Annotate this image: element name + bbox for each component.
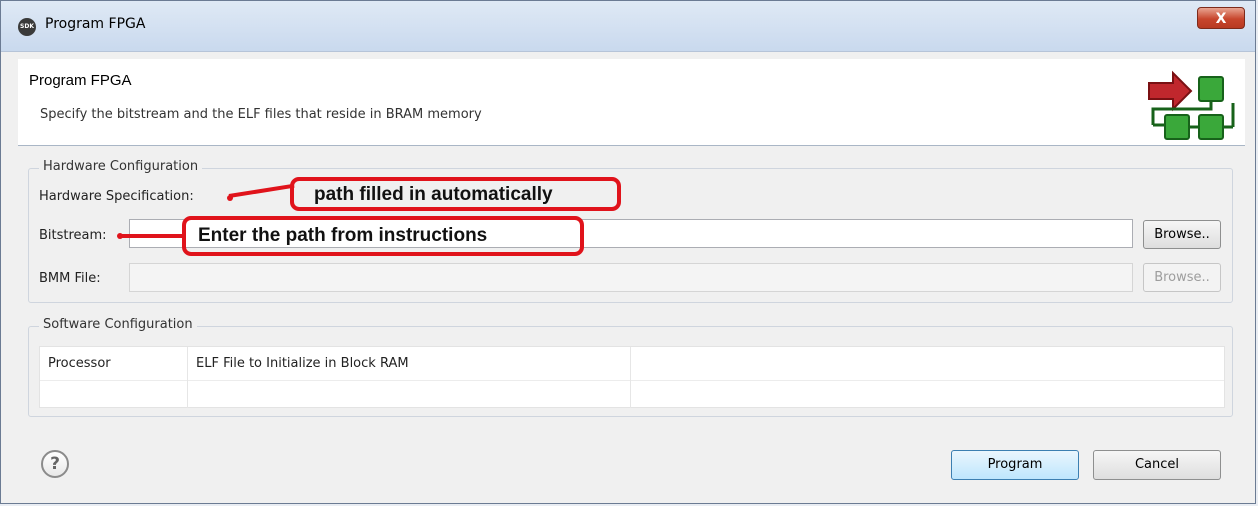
program-button[interactable]: Program xyxy=(951,450,1079,480)
software-configuration-legend: Software Configuration xyxy=(39,317,197,332)
processor-column-header[interactable]: Processor xyxy=(40,347,188,380)
bmm-browse-button: Browse.. xyxy=(1143,263,1221,292)
help-icon[interactable]: ? xyxy=(41,450,69,478)
bmm-file-input xyxy=(129,263,1133,292)
table-cell xyxy=(40,380,188,408)
elf-file-column-header[interactable]: ELF File to Initialize in Block RAM xyxy=(188,347,631,380)
hardware-specification-label: Hardware Specification: xyxy=(39,189,194,204)
table-cell xyxy=(631,380,1224,408)
table-cell xyxy=(188,380,631,408)
sdk-app-icon: SDK xyxy=(18,18,36,36)
bitstream-label: Bitstream: xyxy=(39,228,107,243)
bitstream-annotation: Enter the path from instructions xyxy=(182,216,584,256)
bitstream-browse-button[interactable]: Browse.. xyxy=(1143,220,1221,249)
elf-table[interactable]: Processor ELF File to Initialize in Bloc… xyxy=(39,346,1225,408)
wizard-flow-icon xyxy=(1148,70,1235,140)
title-bar[interactable]: SDK Program FPGA X xyxy=(1,1,1255,52)
program-fpga-dialog: SDK Program FPGA X Program FPGA Specify … xyxy=(0,0,1256,504)
hardware-configuration-legend: Hardware Configuration xyxy=(39,159,203,174)
page-description: Specify the bitstream and the ELF files … xyxy=(40,107,482,122)
cancel-button[interactable]: Cancel xyxy=(1093,450,1221,480)
spec-annotation: path filled in automatically xyxy=(290,177,621,211)
bmm-file-label: BMM File: xyxy=(39,271,101,286)
wizard-header: Program FPGA Specify the bitstream and t… xyxy=(18,59,1245,146)
bitstream-annotation-pointer xyxy=(119,234,185,238)
close-button[interactable]: X xyxy=(1197,7,1245,29)
table-row[interactable] xyxy=(40,380,1224,408)
table-header-row: Processor ELF File to Initialize in Bloc… xyxy=(40,347,1224,381)
blank-column-header xyxy=(631,347,1224,380)
window-title: Program FPGA xyxy=(45,16,146,32)
page-title: Program FPGA xyxy=(29,72,132,89)
